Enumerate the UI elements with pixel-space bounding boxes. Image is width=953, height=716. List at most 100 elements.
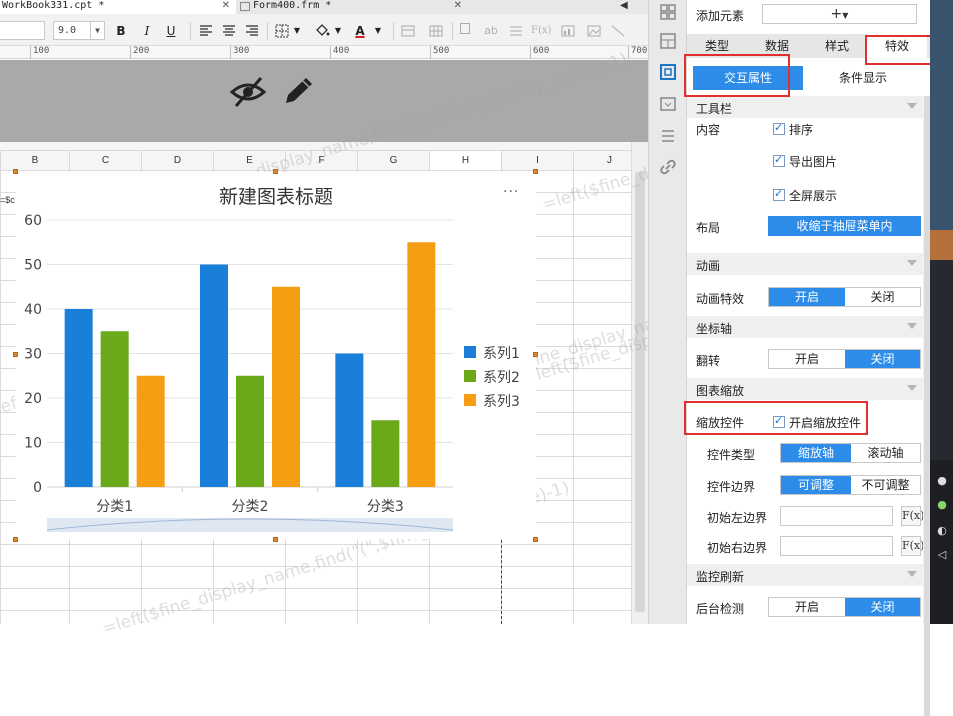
column-header-j[interactable]: J xyxy=(573,150,631,170)
align-center-icon[interactable] xyxy=(221,22,237,40)
grid-icon[interactable] xyxy=(428,22,444,40)
link-icon[interactable] xyxy=(658,157,678,177)
left-border-formula-button[interactable]: F(x) xyxy=(901,506,924,526)
zoom-axis-option[interactable]: 缩放轴 xyxy=(781,444,851,462)
tab-form[interactable]: Form400.frm * ✕ xyxy=(236,0,468,14)
formula-button[interactable]: F(x) xyxy=(531,22,551,40)
column-header-g[interactable]: G xyxy=(357,150,429,170)
chevron-down-icon[interactable] xyxy=(907,260,917,266)
subtab-interaction[interactable]: 交互属性 xyxy=(693,66,803,90)
list-widget-icon[interactable] xyxy=(658,126,678,146)
fill-color-icon[interactable] xyxy=(313,22,331,40)
border-icon[interactable] xyxy=(274,22,290,40)
chevron-down-icon[interactable] xyxy=(907,103,917,109)
chart-icon[interactable] xyxy=(560,22,576,40)
chat-app-icon[interactable]: ● xyxy=(934,498,950,512)
section-animation[interactable]: 动画 xyxy=(687,253,923,275)
tab-type[interactable]: 类型 xyxy=(687,34,747,58)
column-header-b[interactable]: B xyxy=(0,150,69,170)
layout-select[interactable]: 收缩于抽屉菜单内 xyxy=(768,216,921,236)
penguin-icon[interactable]: ● xyxy=(934,474,950,488)
section-axis[interactable]: 坐标轴 xyxy=(687,316,923,338)
resize-handle[interactable] xyxy=(13,537,18,542)
fullscreen-checkbox[interactable] xyxy=(773,187,785,201)
tab-style[interactable]: 样式 xyxy=(807,34,867,58)
not-adjustable-option[interactable]: 不可调整 xyxy=(851,476,920,494)
scroll-axis-option[interactable]: 滚动轴 xyxy=(851,444,920,462)
italic-button[interactable]: I xyxy=(139,22,155,40)
speaker-icon[interactable]: ◁ xyxy=(934,548,950,562)
initial-right-border-input[interactable] xyxy=(780,536,893,556)
resize-handle[interactable] xyxy=(273,169,278,174)
column-header-d[interactable]: D xyxy=(141,150,213,170)
align-right-icon[interactable] xyxy=(244,22,260,40)
back-arrow-icon[interactable]: ◀ xyxy=(620,0,634,14)
column-header-h[interactable]: H xyxy=(429,150,501,170)
resize-handle[interactable] xyxy=(273,537,278,542)
component-library-icon[interactable] xyxy=(658,2,678,22)
chart-widget[interactable]: 新建图表标题 ... 0 10 20 30 40 50 60 分类1 分类2 分类3 系列1 系列2 系… xyxy=(16,172,536,539)
resize-handle[interactable] xyxy=(533,352,538,357)
export-image-checkbox[interactable] xyxy=(773,153,785,167)
adjustable-option[interactable]: 可调整 xyxy=(781,476,851,494)
wechat-icon[interactable]: ◐ xyxy=(934,524,950,538)
underline-button[interactable]: U xyxy=(163,22,179,40)
list-icon[interactable] xyxy=(508,22,524,40)
close-icon[interactable]: ✕ xyxy=(454,0,462,12)
chevron-down-icon[interactable] xyxy=(907,385,917,391)
column-header-f[interactable]: F xyxy=(285,150,357,170)
image-icon[interactable] xyxy=(586,22,602,40)
sheet-vertical-scrollbar[interactable] xyxy=(631,142,648,624)
section-monitor-refresh[interactable]: 监控刷新 xyxy=(687,564,923,586)
column-header-c[interactable]: C xyxy=(69,150,141,170)
animation-on-option[interactable]: 开启 xyxy=(769,288,845,306)
font-name-select[interactable] xyxy=(0,21,45,40)
flip-on-option[interactable]: 开启 xyxy=(769,350,845,368)
slash-icon[interactable] xyxy=(610,22,626,40)
chevron-down-icon[interactable] xyxy=(907,571,917,577)
initial-left-border-input[interactable] xyxy=(780,506,893,526)
tab-workbook[interactable]: WorkBook331.cpt * ✕ xyxy=(0,0,236,14)
eye-slash-icon[interactable] xyxy=(228,75,268,109)
right-border-formula-button[interactable]: F(x) xyxy=(901,536,924,556)
flip-off-option[interactable]: 关闭 xyxy=(845,350,920,368)
x-tick-label: 分类2 xyxy=(232,499,269,515)
close-icon[interactable]: ✕ xyxy=(222,0,230,12)
chevron-down-icon[interactable]: ▼ xyxy=(293,22,301,40)
resize-handle[interactable] xyxy=(13,352,18,357)
tab-data[interactable]: 数据 xyxy=(747,34,807,58)
add-element-button[interactable]: +▼ xyxy=(762,4,917,24)
ab-button[interactable]: ab xyxy=(483,22,499,40)
column-header-e[interactable]: E xyxy=(213,150,285,170)
chevron-down-icon[interactable]: ▼ xyxy=(334,22,342,40)
sort-checkbox[interactable] xyxy=(773,121,785,135)
bold-button[interactable]: B xyxy=(113,22,129,40)
subtab-condition-display[interactable]: 条件显示 xyxy=(807,66,919,90)
insert-table-icon[interactable] xyxy=(400,22,416,40)
dropdown-widget-icon[interactable] xyxy=(658,94,678,114)
backend-on-option[interactable]: 开启 xyxy=(769,598,845,616)
layout-widget-icon[interactable] xyxy=(658,31,678,51)
tab-effects[interactable]: 特效 xyxy=(867,34,927,58)
font-size-select[interactable]: 9.0 ▼ xyxy=(53,21,105,40)
x-tick-label: 分类1 xyxy=(96,499,133,515)
column-header-i[interactable]: I xyxy=(501,150,573,170)
enable-zoom-checkbox[interactable] xyxy=(773,414,785,428)
section-chart-zoom[interactable]: 图表缩放 xyxy=(687,378,923,400)
cell-formula-fragment[interactable]: =$c xyxy=(0,195,15,205)
align-left-icon[interactable] xyxy=(198,22,214,40)
chevron-down-icon[interactable]: ▼ xyxy=(374,22,382,40)
text-field-icon[interactable] xyxy=(458,22,472,40)
resize-handle[interactable] xyxy=(533,537,538,542)
resize-handle[interactable] xyxy=(533,169,538,174)
section-toolbar[interactable]: 工具栏 xyxy=(687,96,923,118)
backend-off-option[interactable]: 关闭 xyxy=(845,598,920,616)
y-tick-label: 10 xyxy=(24,436,42,452)
animation-off-option[interactable]: 关闭 xyxy=(845,288,920,306)
chart-properties-icon[interactable] xyxy=(658,62,678,82)
scrollbar-thumb[interactable] xyxy=(635,172,645,612)
resize-handle[interactable] xyxy=(13,169,18,174)
pencil-icon[interactable] xyxy=(278,75,318,109)
font-color-button[interactable]: A xyxy=(352,22,368,40)
chevron-down-icon[interactable] xyxy=(907,323,917,329)
